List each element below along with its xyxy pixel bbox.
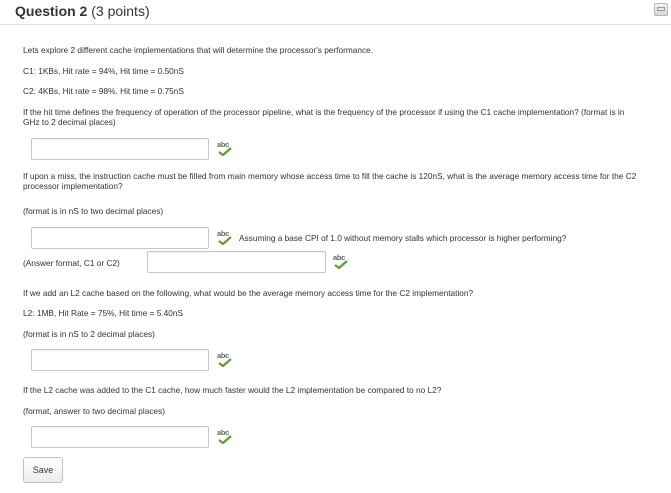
answer-4-input[interactable] [31, 349, 209, 371]
question-points: (3 points) [91, 3, 150, 19]
spellcheck-icon[interactable]: abc [216, 230, 234, 246]
save-button[interactable]: Save [23, 457, 63, 483]
spellcheck-icon[interactable]: abc [216, 141, 234, 157]
answer-1-input[interactable] [31, 138, 209, 160]
answer-2-input[interactable] [31, 227, 209, 249]
question-2-format: (format is in nS to two decimal places) [23, 206, 164, 216]
question-4-text: If we add an L2 cache based on the follo… [23, 288, 474, 298]
question-3-text: Assuming a base CPI of 1.0 without memor… [239, 233, 567, 243]
intro-text: Lets explore 2 different cache implement… [23, 45, 374, 55]
spellcheck-icon[interactable]: abc [332, 254, 350, 270]
spellcheck-icon[interactable]: abc [216, 352, 234, 368]
question-1-text: If the hit time defines the frequency of… [23, 107, 625, 127]
question-4-format: (format is in nS to 2 decimal places) [23, 329, 155, 339]
c2-spec: C2: 4KBs, Hit rate = 98%. Hit time = 0.7… [23, 86, 184, 96]
spellcheck-icon[interactable]: abc [216, 429, 234, 445]
question-5-text: If the L2 cache was added to the C1 cach… [23, 385, 442, 395]
collapse-icon[interactable] [654, 3, 668, 16]
question-3-format: (Answer format, C1 or C2) [23, 258, 120, 268]
answer-3-input[interactable] [147, 251, 326, 273]
question-5-format: (format, answer to two decimal places) [23, 406, 166, 416]
question-header: Question 2 (3 points) [0, 0, 671, 25]
l2-spec: L2: 1MB, Hit Rate = 75%, Hit time = 5.40… [23, 308, 184, 318]
question-2-text: If upon a miss, the instruction cache mu… [23, 171, 637, 191]
c1-spec: C1: 1KBs, Hit rate = 94%, Hit time = 0.5… [23, 66, 184, 76]
answer-5-input[interactable] [31, 426, 209, 448]
question-title: Question 2 (3 points) [15, 3, 150, 19]
question-label: Question 2 [15, 3, 88, 19]
